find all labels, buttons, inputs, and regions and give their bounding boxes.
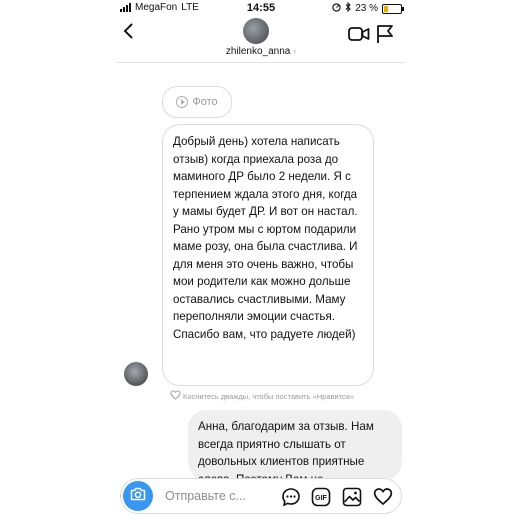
username-text: zhilenko_anna: [225, 46, 291, 57]
avatar[interactable]: [243, 18, 269, 44]
photo-message[interactable]: Фото: [162, 86, 232, 118]
photo-label: Фото: [192, 96, 218, 108]
username-chevron: ›: [293, 46, 297, 56]
location-icon: [332, 2, 341, 15]
like-hint-text: Коснитесь дважды, чтобы поставить «Нрави…: [183, 391, 355, 401]
username[interactable]: zhilenko_anna ›: [116, 46, 406, 57]
play-icon: [176, 96, 189, 108]
camera-icon: [130, 487, 146, 506]
gif-label: GIF: [315, 495, 327, 502]
message-input[interactable]: [165, 487, 275, 505]
image-icon[interactable]: [342, 487, 362, 512]
like-hint: Коснитесь дважды, чтобы поставить «Нрави…: [170, 390, 354, 402]
video-camera-icon[interactable]: [348, 26, 370, 47]
battery-icon: [382, 3, 404, 14]
status-right: 23 %: [332, 1, 404, 15]
flag-icon[interactable]: [376, 24, 394, 49]
bluetooth-icon: [345, 1, 351, 15]
battery-percent: 23 %: [355, 3, 378, 14]
outgoing-message[interactable]: Анна, благодарим за отзыв. Нам всегда пр…: [188, 410, 402, 480]
heart-outline-icon: [170, 390, 181, 402]
gif-icon[interactable]: GIF: [311, 487, 331, 512]
sender-avatar[interactable]: [124, 362, 148, 386]
camera-button[interactable]: [123, 481, 153, 511]
chat-header: zhilenko_anna ›: [116, 16, 406, 63]
chevron-left-icon[interactable]: [122, 22, 136, 43]
status-bar: MegaFon LTE 14:55 23 %: [116, 0, 406, 16]
message-composer: GIF: [120, 478, 402, 514]
battery-fill: [384, 5, 388, 12]
direct-message-screen: MegaFon LTE 14:55 23 % zhilenko_anna › Ф…: [116, 0, 406, 520]
incoming-message[interactable]: Добрый день) хотела написать отзыв) когд…: [162, 124, 374, 386]
heart-icon[interactable]: [373, 487, 393, 511]
speech-bubble-icon[interactable]: [281, 487, 301, 512]
